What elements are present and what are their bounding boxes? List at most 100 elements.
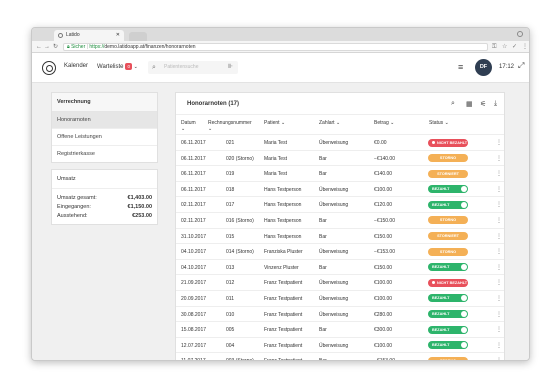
table-row[interactable]: 31.10.2017 015 Hans Testperson Bar €150.00 ST… [176, 229, 504, 245]
status-label: STORNO [439, 358, 457, 361]
cell-rechnungsnummer: 019 [226, 171, 235, 178]
table-row[interactable]: 04.10.2017 013 Vinzenz Pluster Bar €150.00 BE… [176, 260, 504, 276]
forward-icon[interactable]: → [44, 41, 50, 53]
extension-icon[interactable]: ✓ [512, 41, 517, 53]
table-row[interactable]: 15.08.2017 005 Franz Testpatient Bar €300.00… [176, 322, 504, 338]
row-menu-icon[interactable]: ⋮ [496, 170, 502, 177]
status-badge[interactable]: BEZAHLT [428, 310, 468, 319]
cell-zahlart: Überweisung [319, 342, 349, 349]
row-menu-icon[interactable]: ⋮ [496, 233, 502, 240]
cell-datum: 31.10.2017 [181, 233, 207, 240]
cell-rechnungsnummer: 020 (Storno) [226, 155, 254, 162]
row-menu-icon[interactable]: ⋮ [496, 186, 502, 193]
secure-label: Sicher [71, 44, 86, 50]
table-row[interactable]: 21.09.2017 012 Franz Testpatient Überweisun… [176, 275, 504, 291]
sidebar-item-honorarnoten[interactable]: Honorarnoten [52, 112, 157, 129]
table-row[interactable]: 12.07.2017 004 Franz Testpatient Überweisun… [176, 338, 504, 354]
status-badge[interactable]: BEZAHLT [428, 185, 468, 194]
patient-search-input[interactable]: ⌕ Patientensuche ⊪ [148, 61, 238, 74]
cell-datum: 04.10.2017 [181, 249, 207, 256]
table-row[interactable]: 20.09.2017 011 Franz Testpatient Überweisun… [176, 291, 504, 307]
column-header-betrag[interactable]: Betrag ⌄ [374, 120, 394, 126]
status-badge[interactable]: BEZAHLT [428, 341, 468, 350]
table-row[interactable]: 02.11.2017 016 (Storno) Hans Testperson Bar… [176, 213, 504, 229]
column-header-datum[interactable]: Datum ⌄ [181, 120, 196, 132]
status-label: NICHT BEZAHLT [437, 140, 468, 145]
new-tab-button[interactable] [129, 32, 147, 41]
fullscreen-icon[interactable]: ⤢ [518, 61, 524, 71]
cell-patient: Franz Testpatient [264, 295, 303, 302]
cell-rechnungsnummer: 017 [226, 202, 235, 209]
cell-rechnungsnummer: 005 [226, 327, 235, 334]
cell-zahlart: Bar [319, 217, 327, 224]
column-header-patient[interactable]: Patient ⌄ [264, 120, 285, 126]
cell-betrag: €120.00 [374, 202, 393, 209]
cell-zahlart: Überweisung [319, 249, 349, 256]
umsatz-row: Eingegangen: €1,150.00 [52, 202, 157, 211]
row-menu-icon[interactable]: ⋮ [496, 201, 502, 208]
column-header-status[interactable]: Status ⌄ [429, 120, 449, 126]
row-menu-icon[interactable]: ⋮ [496, 357, 502, 360]
table-row[interactable]: 30.08.2017 010 Franz Testpatient Überweisun… [176, 307, 504, 323]
browser-tab[interactable]: Latido ✕ [54, 30, 124, 41]
umsatz-label: Umsatz gesamt: [57, 194, 97, 201]
profile-icon[interactable] [517, 31, 523, 37]
close-tab-icon[interactable]: ✕ [116, 30, 120, 41]
row-menu-icon[interactable]: ⋮ [496, 279, 502, 286]
download-icon[interactable]: ⤓ [494, 100, 497, 108]
row-menu-icon[interactable]: ⋮ [496, 264, 502, 271]
row-menu-icon[interactable]: ⋮ [496, 311, 502, 318]
browser-menu-icon[interactable]: ⋮ [522, 41, 528, 53]
nav-warteliste[interactable]: Warteliste 0 ⌄ [97, 63, 138, 70]
search-icon[interactable]: ⌕ [451, 100, 455, 108]
status-badge[interactable]: BEZAHLT [428, 294, 468, 303]
toggle-knob-icon [461, 326, 467, 333]
table-row[interactable]: 04.10.2017 014 (Storno) Franziska Pluster Ü… [176, 244, 504, 260]
hamburger-menu-icon[interactable]: ≡ [458, 62, 463, 72]
cell-zahlart: Bar [319, 264, 327, 271]
cell-patient: Maria Test [264, 140, 287, 146]
table-row[interactable]: 02.11.2017 017 Hans Testperson Überweisung €… [176, 197, 504, 213]
chevron-down-icon: ⌄ [390, 120, 395, 126]
barcode-icon[interactable]: ⊪ [228, 61, 233, 74]
nav-kalender[interactable]: Kalender [64, 63, 88, 69]
app-header: Kalender Warteliste 0 ⌄ ⌕ Patientensuche … [32, 53, 529, 83]
row-menu-icon[interactable]: ⋮ [496, 139, 502, 146]
status-badge[interactable]: BEZAHLT [428, 200, 468, 209]
status-badge[interactable]: BEZAHLT [428, 263, 468, 272]
table-row[interactable]: 06.11.2017 021 Maria Test Überweisung €0.00 N… [176, 135, 504, 151]
table-row[interactable]: 06.11.2017 018 Hans Testperson Überweisung €… [176, 182, 504, 198]
cell-zahlart: Bar [319, 171, 327, 178]
column-header-rechnungsnummer[interactable]: Rechnungsnummer ⌄ [208, 120, 252, 132]
search-placeholder: Patientensuche [164, 64, 199, 70]
sidebar-item-offene-leistungen[interactable]: Offene Leistungen [52, 129, 157, 146]
status-badge[interactable]: BEZAHLT [428, 325, 468, 334]
calendar-icon[interactable]: ▦ [466, 100, 473, 108]
star-icon[interactable]: ☆ [502, 41, 507, 53]
row-menu-icon[interactable]: ⋮ [496, 342, 502, 349]
row-menu-icon[interactable]: ⋮ [496, 155, 502, 162]
cell-datum: 12.07.2017 [181, 342, 207, 349]
back-icon[interactable]: ← [36, 41, 42, 53]
table-row[interactable]: 06.11.2017 020 (Storno) Maria Test Bar −€140… [176, 151, 504, 167]
row-menu-icon[interactable]: ⋮ [496, 248, 502, 255]
row-menu-icon[interactable]: ⋮ [496, 295, 502, 302]
column-header-zahlart[interactable]: Zahlart ⌄ [319, 120, 340, 126]
sidebar-item-registrierkasse[interactable]: Registrierkasse [52, 146, 157, 162]
row-menu-icon[interactable]: ⋮ [496, 326, 502, 333]
table-row[interactable]: 11.07.2017 003 (Storno) Franz Testpatient B… [176, 353, 504, 361]
avatar[interactable]: DF [475, 59, 492, 76]
cell-datum: 02.11.2017 [181, 217, 206, 224]
latido-logo-icon[interactable] [42, 61, 56, 75]
url-field[interactable]: 🔒︎ Sicher | https://demo.latidoapp.at/fi… [63, 43, 488, 51]
status-badge[interactable]: NICHT BEZAHLT [428, 138, 468, 147]
table-row[interactable]: 06.11.2017 019 Maria Test Bar €140.00 STORNIE… [176, 166, 504, 182]
reload-icon[interactable]: ↻ [53, 41, 58, 53]
key-icon[interactable]: ⚿ [492, 41, 497, 53]
row-menu-icon[interactable]: ⋮ [496, 217, 502, 224]
status-dot-icon [432, 281, 435, 285]
filter-icon[interactable]: ⚟ [480, 100, 486, 108]
status-badge[interactable]: NICHT BEZAHLT [428, 278, 468, 287]
status-badge: STORNO [428, 154, 468, 163]
browser-tab-bar: Latido ✕ [32, 28, 529, 41]
